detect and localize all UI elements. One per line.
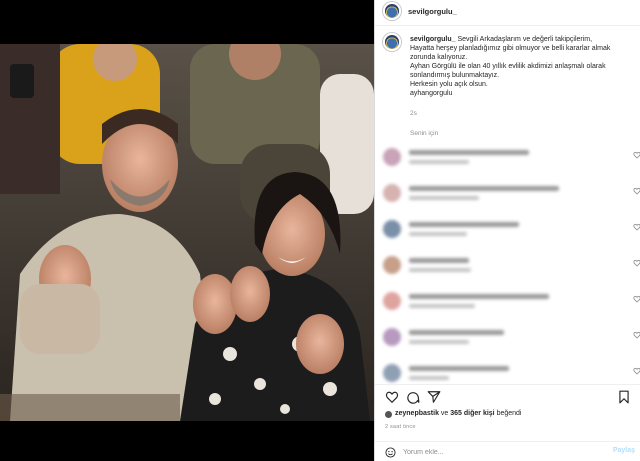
comment-text-redacted bbox=[409, 222, 519, 227]
comment-row bbox=[383, 254, 640, 284]
comment-text-redacted bbox=[409, 150, 529, 155]
avatar[interactable] bbox=[383, 2, 401, 20]
commenter-avatar[interactable] bbox=[383, 364, 401, 382]
comment-text-redacted bbox=[409, 330, 504, 335]
comment-meta-redacted bbox=[409, 376, 449, 380]
caption-line-4: Ayhan Görgülü ile olan 40 yıllık evlilik… bbox=[410, 63, 606, 70]
comment-heart-icon[interactable] bbox=[633, 331, 640, 339]
comment-row bbox=[383, 146, 640, 176]
comment-text-redacted bbox=[409, 366, 509, 371]
comment-row bbox=[383, 326, 640, 356]
paper-plane-icon[interactable] bbox=[427, 390, 441, 404]
caption-line-6: Herkesin yolu açık olsun. bbox=[410, 81, 488, 88]
post-timestamp[interactable]: 2 saat önce bbox=[385, 424, 416, 430]
commenter-avatar[interactable] bbox=[383, 292, 401, 310]
photo-illustration bbox=[0, 44, 374, 421]
comment-heart-icon[interactable] bbox=[633, 295, 640, 303]
comment-meta-redacted bbox=[409, 196, 479, 200]
comment-text-redacted bbox=[409, 294, 549, 299]
comment-text-redacted bbox=[409, 186, 559, 191]
commenter-avatar[interactable] bbox=[383, 184, 401, 202]
likes-connector: ve bbox=[438, 410, 451, 417]
comment-meta-redacted bbox=[409, 160, 469, 164]
comment-text-redacted bbox=[409, 258, 469, 263]
smiley-icon[interactable] bbox=[385, 447, 396, 458]
likes-summary: zeynepbastik ve 365 diğer kişi beğendi bbox=[385, 410, 521, 417]
comment-meta-redacted bbox=[409, 232, 467, 236]
commenter-avatar[interactable] bbox=[383, 220, 401, 238]
media-area bbox=[0, 0, 374, 461]
caption-avatar[interactable] bbox=[383, 33, 401, 51]
comment-heart-icon[interactable] bbox=[633, 259, 640, 267]
caption-line-5: sonlandırmış bulunmaktayız. bbox=[410, 72, 500, 79]
caption-line-1: Sevgili Arkadaşlarım ve değerli takipçil… bbox=[457, 36, 593, 43]
liker-username[interactable]: zeynepbastik bbox=[395, 410, 439, 417]
post-photo[interactable] bbox=[0, 44, 374, 421]
post-caption: sevilgorgulu_ Sevgili Arkadaşlarım ve de… bbox=[410, 35, 638, 98]
post-sidebar: sevilgorgulu_ sevilgorgulu_ Sevgili Arka… bbox=[374, 0, 640, 461]
caption-hashtag[interactable]: ayhangorgulu bbox=[410, 89, 638, 98]
bookmark-icon[interactable] bbox=[617, 390, 631, 404]
post-header: sevilgorgulu_ bbox=[375, 0, 640, 26]
comment-input[interactable] bbox=[403, 446, 593, 458]
commenter-avatar[interactable] bbox=[383, 148, 401, 166]
comment-heart-icon[interactable] bbox=[633, 151, 640, 159]
likes-suffix: beğendi bbox=[494, 410, 522, 417]
comment-row bbox=[383, 218, 640, 248]
comment-bubble-icon[interactable] bbox=[406, 390, 420, 404]
comment-heart-icon[interactable] bbox=[633, 367, 640, 375]
likes-count[interactable]: 365 diğer kişi bbox=[450, 410, 494, 417]
commenter-avatar[interactable] bbox=[383, 328, 401, 346]
heart-icon[interactable] bbox=[385, 390, 399, 404]
comment-row bbox=[383, 182, 640, 212]
comment-row bbox=[383, 290, 640, 320]
caption-username[interactable]: sevilgorgulu_ bbox=[410, 36, 456, 43]
commenter-avatar[interactable] bbox=[383, 256, 401, 274]
comment-heart-icon[interactable] bbox=[633, 187, 640, 195]
add-comment-bar: Paylaş bbox=[375, 441, 640, 461]
post-comment-button[interactable]: Paylaş bbox=[613, 447, 635, 454]
post-username[interactable]: sevilgorgulu_ bbox=[408, 7, 457, 16]
caption-timestamp: 2s bbox=[410, 110, 417, 117]
caption-line-2: Hayatta herşey planladığımız gibi olmuyo… bbox=[410, 45, 611, 52]
comment-meta-redacted bbox=[409, 340, 469, 344]
comment-meta-redacted bbox=[409, 268, 471, 272]
see-translation-link[interactable]: Senin için bbox=[410, 130, 438, 137]
comment-meta-redacted bbox=[409, 304, 475, 308]
caption-line-3: zorunda kalıyoruz. bbox=[410, 54, 468, 61]
comment-heart-icon[interactable] bbox=[633, 223, 640, 231]
action-bar bbox=[375, 384, 640, 408]
